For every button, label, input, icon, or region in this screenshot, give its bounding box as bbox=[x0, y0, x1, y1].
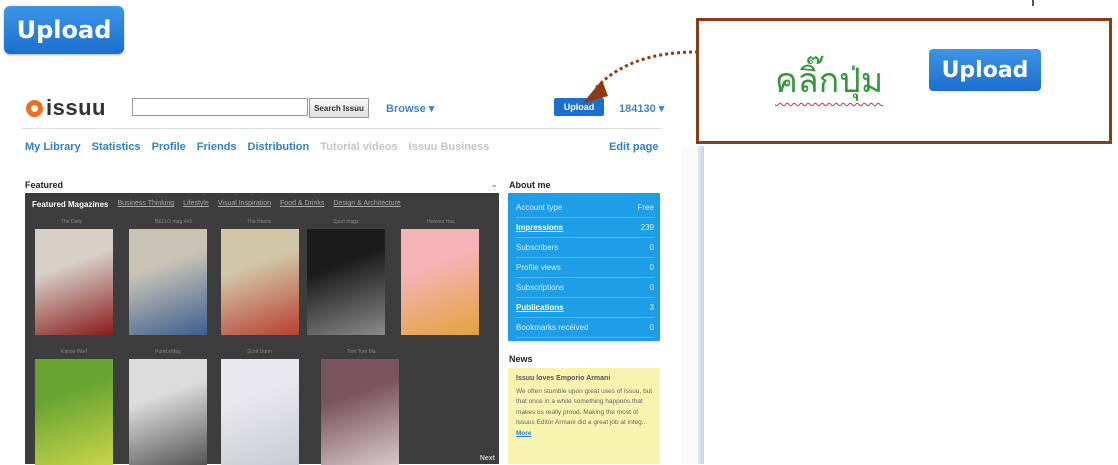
nav-my-library[interactable]: My Library bbox=[25, 141, 81, 153]
magazine-cover[interactable] bbox=[35, 359, 113, 465]
featured-panel: Featured Magazines Business Thinking Lif… bbox=[25, 193, 499, 465]
tab-design-architecture[interactable]: Design & Architecture bbox=[333, 200, 400, 209]
about-row-label: Subscriptions bbox=[516, 282, 565, 292]
nav-issuu-business[interactable]: Issuu Business bbox=[409, 141, 490, 153]
magazine-title: The Hasnn bbox=[247, 219, 272, 225]
magazine-title: Sport magz bbox=[333, 219, 359, 225]
about-row-value: 0 bbox=[649, 322, 654, 332]
about-row-value: 0 bbox=[649, 282, 654, 292]
about-row-label: Profile views bbox=[516, 262, 561, 272]
next-button[interactable]: Next bbox=[480, 455, 495, 462]
featured-tabs: Featured Magazines Business Thinking Lif… bbox=[32, 200, 410, 209]
callout-upload-button: Upload bbox=[929, 49, 1041, 91]
about-panel: Account type Free Impressions 239 Subscriber… bbox=[508, 193, 660, 341]
about-row-value: 3 bbox=[649, 302, 654, 312]
magazine-title: Tom Tom Ma bbox=[347, 349, 376, 355]
magazine-title: Scott Dunn bbox=[247, 349, 272, 355]
about-row-label[interactable]: Impressions bbox=[516, 223, 563, 232]
magazine-cover[interactable] bbox=[221, 359, 299, 465]
top-edge-mark bbox=[1032, 0, 1034, 6]
about-row[interactable]: Impressions 239 bbox=[516, 217, 654, 238]
magazine-title: PureLeMag bbox=[155, 349, 181, 355]
nav-profile[interactable]: Profile bbox=[152, 141, 186, 153]
tab-food-drinks[interactable]: Food & Drinks bbox=[280, 200, 324, 209]
nav-tutorial-videos[interactable]: Tutorial videos bbox=[320, 141, 397, 153]
about-row-label: Bookmarks received bbox=[516, 322, 589, 332]
about-heading: About me bbox=[509, 180, 551, 190]
magazine-cover[interactable] bbox=[307, 229, 385, 335]
nav-distribution[interactable]: Distribution bbox=[248, 141, 310, 153]
about-row: Account type Free bbox=[516, 197, 654, 218]
magazine-title: The Daily bbox=[61, 219, 83, 225]
issuu-logo[interactable]: issuu bbox=[26, 95, 106, 121]
magazine-cover[interactable] bbox=[129, 229, 207, 335]
issuu-logo-icon bbox=[26, 99, 43, 117]
browse-menu[interactable]: Browse ▾ bbox=[386, 102, 434, 115]
about-row-value: 0 bbox=[649, 242, 654, 252]
magazine-cover[interactable] bbox=[35, 229, 113, 335]
about-row-label[interactable]: Publications bbox=[516, 303, 564, 312]
search-input[interactable] bbox=[132, 98, 308, 116]
scrollbar[interactable] bbox=[698, 146, 704, 464]
about-row-value: 0 bbox=[649, 262, 654, 272]
magazine-cover[interactable] bbox=[321, 359, 399, 465]
callout-instruction-text: คลิ๊กปุ่ม bbox=[775, 61, 884, 101]
upload-button-large[interactable]: Upload bbox=[4, 6, 124, 54]
page-gutter bbox=[682, 146, 698, 464]
profile-nav: My Library Statistics Profile Friends Di… bbox=[25, 141, 500, 153]
tab-business-thinking[interactable]: Business Thinking bbox=[117, 200, 174, 209]
edit-page-link[interactable]: Edit page bbox=[609, 141, 659, 153]
magazine-cover[interactable] bbox=[129, 359, 207, 465]
about-row: Profile views 0 bbox=[516, 257, 654, 278]
about-row: Bookmarks received 0 bbox=[516, 317, 654, 338]
about-row-value: 239 bbox=[640, 222, 654, 232]
news-title[interactable]: Issuu loves Emporio Armani bbox=[516, 375, 610, 382]
issuu-page: issuu Search Issuu Browse ▾ Upload 18413… bbox=[22, 84, 702, 465]
pointer-arrow-icon bbox=[582, 50, 699, 104]
instruction-callout: คลิ๊กปุ่ม Upload bbox=[696, 18, 1112, 144]
featured-collapse-icon[interactable]: ⌄ bbox=[491, 180, 498, 189]
magazine-title: Heaven Has bbox=[427, 219, 455, 225]
magazine-cover[interactable] bbox=[401, 229, 479, 335]
news-panel: Issuu loves Emporio Armani We often stum… bbox=[508, 368, 660, 464]
about-row: Subscribers 0 bbox=[516, 237, 654, 258]
news-heading: News bbox=[509, 354, 533, 364]
about-row[interactable]: Publications 3 bbox=[516, 297, 654, 318]
search-button[interactable]: Search Issuu bbox=[309, 98, 369, 118]
issuu-logo-text: issuu bbox=[46, 95, 106, 120]
news-more-link[interactable]: More bbox=[516, 430, 532, 437]
news-body: We often stumble upon great uses of Issu… bbox=[516, 387, 654, 439]
magazine-title: BELLO mag #43 bbox=[155, 219, 192, 225]
magazine-title: Kanoo Worl bbox=[61, 349, 88, 355]
tab-featured-magazines[interactable]: Featured Magazines bbox=[32, 200, 108, 209]
tab-visual-inspiration[interactable]: Visual Inspiration bbox=[218, 200, 271, 209]
nav-statistics[interactable]: Statistics bbox=[92, 141, 141, 153]
header-divider bbox=[22, 128, 662, 129]
news-body-text: We often stumble upon great uses of Issu… bbox=[516, 388, 653, 427]
about-row-label: Account type bbox=[516, 202, 563, 212]
featured-heading: Featured bbox=[25, 180, 64, 190]
about-row-value: Free bbox=[637, 202, 654, 212]
magazine-cover[interactable] bbox=[221, 229, 299, 335]
nav-friends[interactable]: Friends bbox=[197, 141, 237, 153]
about-row: Subscriptions 0 bbox=[516, 277, 654, 298]
about-row-label: Subscribers bbox=[516, 242, 559, 252]
tab-lifestyle[interactable]: Lifestyle bbox=[183, 200, 209, 209]
